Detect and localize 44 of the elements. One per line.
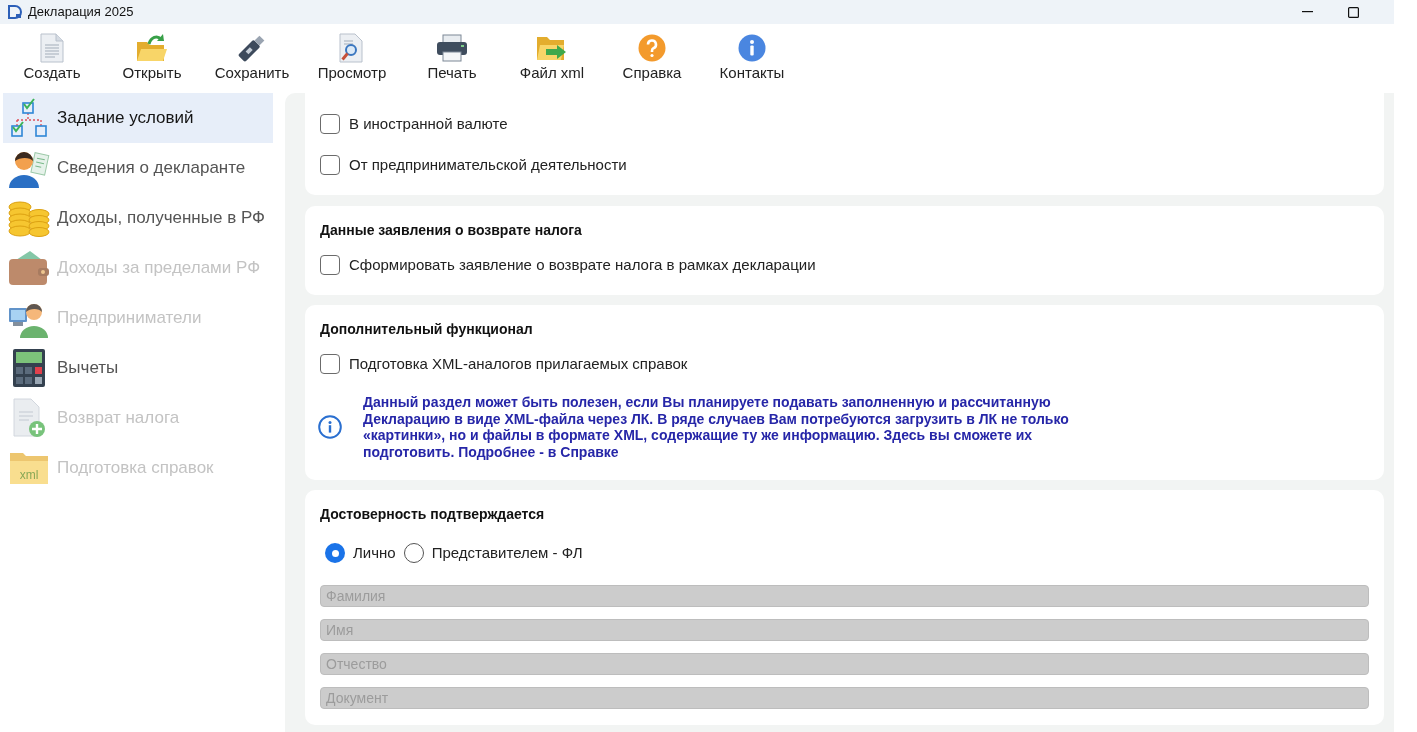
toolbar-button[interactable]: Справка xyxy=(602,24,702,90)
radio-button[interactable] xyxy=(403,543,424,563)
document-plus-icon xyxy=(12,398,46,438)
help-icon xyxy=(638,34,666,62)
flowchart-icon xyxy=(9,98,49,138)
info-icon xyxy=(318,415,342,439)
section-title: Данные заявления о возврате налога xyxy=(320,222,583,239)
checkbox[interactable] xyxy=(320,354,340,374)
info-icon xyxy=(738,34,766,62)
checkbox[interactable] xyxy=(320,155,340,175)
wallet-icon xyxy=(8,250,50,286)
checkbox-label: От предпринимательской деятельности xyxy=(349,155,627,175)
section-title: Достоверность подтверждается xyxy=(320,506,546,523)
section-title: Дополнительный функционал xyxy=(320,321,534,338)
folder-arrow-icon xyxy=(536,35,568,61)
radio-label: Лично xyxy=(353,543,396,563)
checkbox-label: Подготовка XML-аналогов прилагаемых справок xyxy=(349,354,688,374)
checkbox[interactable] xyxy=(320,114,340,134)
toolbar-button[interactable]: Печать xyxy=(402,24,502,90)
checkbox[interactable] xyxy=(320,255,340,275)
sidebar-item[interactable]: Задание условий xyxy=(3,93,273,143)
toolbar-button[interactable]: Контакты xyxy=(702,24,802,90)
usb-drive-icon xyxy=(237,33,267,63)
radio-button[interactable] xyxy=(325,543,345,563)
folder-arrow-icon xyxy=(136,33,168,63)
toolbar-button[interactable]: Просмотр xyxy=(302,24,402,90)
toolbar-button[interactable]: Файл xml xyxy=(502,24,602,90)
radio-label: Представителем - ФЛ xyxy=(431,543,583,563)
calculator-icon xyxy=(12,348,46,388)
toolbar-button[interactable]: Открыть xyxy=(102,24,202,90)
minimize-icon xyxy=(1301,11,1313,13)
document-magnifier-icon xyxy=(339,33,365,63)
maximize-icon xyxy=(1347,6,1359,18)
coins-icon xyxy=(8,198,50,238)
checkbox-label: Сформировать заявление о возврате налога в рамках декларации xyxy=(349,255,816,275)
document-icon xyxy=(40,33,64,63)
toolbar-button[interactable]: Создать xyxy=(2,24,102,90)
app-logo-icon xyxy=(7,4,23,20)
window-title: Декларация 2025 xyxy=(28,4,134,20)
toolbar-button[interactable]: Сохранить xyxy=(202,24,302,90)
checkbox-label: В иностранной валюте xyxy=(349,114,508,134)
info-note: Данный раздел может быть полезен, если Вы планируете подавать заполненную и рассчитанную Декларацию в виде XML-файла через ЛК. В ряде случаев Вам потребуются загрузить в ЛК не только «картинки», но и файлы в формате XML, содержащие ту же информацию. Здесь вы сможете их подготовить. Подробнее - в Справке xyxy=(363,394,1070,460)
printer-icon xyxy=(436,34,468,62)
xml-folder-icon: xml xyxy=(9,451,49,485)
